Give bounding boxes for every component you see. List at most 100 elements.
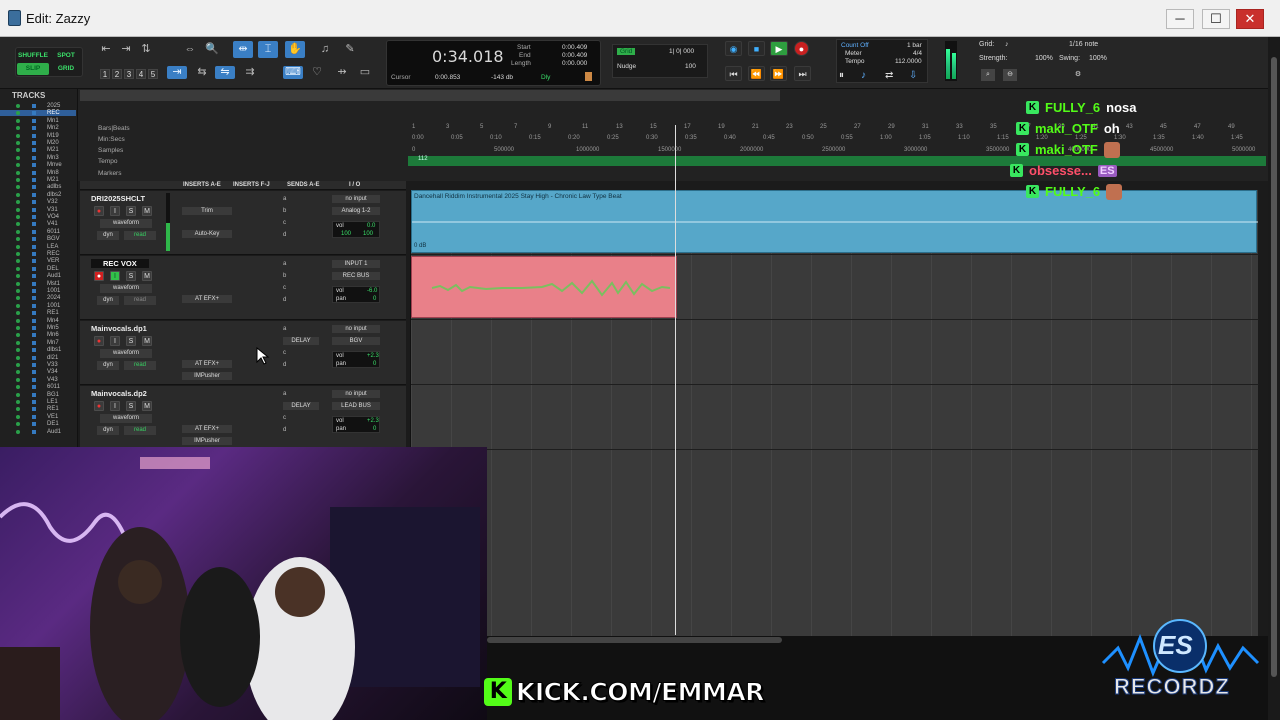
track-list-item[interactable]: REC xyxy=(0,110,76,117)
track-visible-icon[interactable] xyxy=(16,222,20,227)
track-visible-icon[interactable] xyxy=(16,133,20,138)
output-selector[interactable]: Analog 1-2 xyxy=(332,207,380,215)
snap-icon[interactable]: ▭ xyxy=(355,66,375,79)
track-list-item[interactable]: 6011 xyxy=(0,229,76,235)
track-visible-icon[interactable] xyxy=(16,355,20,360)
track-visible-icon[interactable] xyxy=(16,118,20,123)
record-enable-button[interactable]: ● xyxy=(94,336,104,346)
send-delay[interactable]: DELAY xyxy=(283,337,319,345)
nudge-value[interactable]: 100 xyxy=(685,63,696,70)
track-visible-icon[interactable] xyxy=(16,252,20,256)
rewind-button[interactable]: ⏪ xyxy=(748,66,765,81)
output-selector[interactable]: LEAD BUS xyxy=(332,402,380,410)
track-visible-icon[interactable] xyxy=(16,348,20,353)
midi-merge-icon[interactable]: ♪ xyxy=(861,70,866,81)
track-list-item[interactable]: V34 xyxy=(0,369,76,375)
beat-clip-gain[interactable]: 0 dB xyxy=(414,243,426,249)
track-list-item[interactable]: V41 xyxy=(0,221,76,227)
track-visible-icon[interactable] xyxy=(16,148,20,153)
track-list-item[interactable]: M21 xyxy=(0,177,76,183)
vol-value[interactable]: +2.3 xyxy=(367,353,379,359)
zoom-preset-2[interactable]: 2 xyxy=(112,69,122,79)
track-visible-icon[interactable] xyxy=(16,207,20,212)
track-visible-icon[interactable] xyxy=(16,429,20,434)
vol-value[interactable]: +2.3 xyxy=(367,418,379,424)
main-counter-value[interactable]: 0:34.018 xyxy=(432,47,504,66)
track-list-item[interactable]: M19 xyxy=(0,133,76,139)
track-visible-icon[interactable] xyxy=(16,155,20,160)
track-header-mainvocals-dp2[interactable]: Mainvocals.dp2 ● I S M waveform dyn read… xyxy=(80,386,406,450)
track-visible-icon[interactable] xyxy=(16,111,20,116)
track-list-item[interactable]: Mn6 xyxy=(0,332,76,338)
track-view-selector[interactable]: waveform xyxy=(100,414,152,423)
record-enable-button[interactable]: ● xyxy=(94,206,104,216)
end-value[interactable]: 0:00.409 xyxy=(562,52,587,59)
track-name[interactable]: REC VOX xyxy=(91,259,149,268)
send-slot-d[interactable]: d xyxy=(283,427,286,433)
dyn-button[interactable]: dyn xyxy=(97,296,119,305)
vertical-scrollbar[interactable] xyxy=(1268,37,1280,720)
track-list-item[interactable]: Mn1 xyxy=(0,118,76,124)
mirror-midi-icon[interactable]: ♡ xyxy=(307,66,327,79)
track-list-item[interactable]: Mn2 xyxy=(0,125,76,131)
track-view-selector[interactable]: waveform xyxy=(100,219,152,228)
count-off-label[interactable]: Count Off xyxy=(841,42,869,49)
pan-left-value[interactable]: 100 xyxy=(341,231,351,237)
strength-value[interactable]: 100% xyxy=(1035,55,1053,62)
horizontal-scrollbar[interactable] xyxy=(487,637,782,643)
tempo-value[interactable]: 112.0000 xyxy=(895,58,922,65)
spot-mode-button[interactable]: SPOT xyxy=(50,50,82,62)
track-list-item[interactable]: V32 xyxy=(0,199,76,205)
track-visible-icon[interactable] xyxy=(16,104,20,108)
track-visible-icon[interactable] xyxy=(16,333,20,338)
send-slot-d[interactable]: d xyxy=(283,297,286,303)
rec-vox-audio-clip[interactable] xyxy=(411,256,677,318)
insert-impusher[interactable]: IMPusher xyxy=(182,372,232,380)
mute-button[interactable]: M xyxy=(142,401,152,411)
zoom-preset-5[interactable]: 5 xyxy=(148,69,158,79)
track-visible-icon[interactable] xyxy=(16,200,20,205)
record-button[interactable]: ● xyxy=(794,41,809,56)
link-track-edit-icon[interactable]: ⇋ xyxy=(215,66,235,79)
track-list-item[interactable]: Mn3 xyxy=(0,155,76,161)
grid-setting-value[interactable]: 1/16 note xyxy=(1069,41,1098,48)
track-visible-icon[interactable] xyxy=(16,370,20,375)
track-list-item[interactable]: 2025 xyxy=(0,103,76,109)
send-slot-a[interactable]: a xyxy=(283,261,286,267)
pan-value[interactable]: 0 xyxy=(373,426,376,432)
send-slot-d[interactable]: d xyxy=(283,232,286,238)
input-monitor-button[interactable]: I xyxy=(110,401,120,411)
dyn-button[interactable]: dyn xyxy=(97,231,119,240)
track-visible-icon[interactable] xyxy=(16,289,20,293)
track-visible-icon[interactable] xyxy=(16,192,20,197)
track-list-item[interactable]: dlbs2 xyxy=(0,192,76,198)
input-selector[interactable]: no input xyxy=(332,195,380,203)
maximize-button[interactable]: ☐ xyxy=(1202,9,1230,29)
go-to-end-button[interactable]: ⏭ xyxy=(794,66,811,81)
solo-button[interactable]: S xyxy=(126,336,136,346)
pan-value[interactable]: 0 xyxy=(373,361,376,367)
track-list-item[interactable]: 6011 xyxy=(0,384,76,390)
track-visible-icon[interactable] xyxy=(16,392,20,397)
link-timeline-icon[interactable]: ⇆ xyxy=(192,66,212,79)
track-list-item[interactable]: Mn4 xyxy=(0,318,76,324)
input-monitor-button[interactable]: I xyxy=(110,271,120,281)
insert-impusher[interactable]: IMPusher xyxy=(182,437,232,445)
zoom-preset-1[interactable]: 1 xyxy=(100,69,110,79)
track-list-item[interactable]: V31 xyxy=(0,207,76,213)
minimize-button[interactable]: ─ xyxy=(1166,9,1194,29)
track-visible-icon[interactable] xyxy=(16,318,20,323)
track-visible-icon[interactable] xyxy=(16,281,20,286)
track-visible-icon[interactable] xyxy=(16,414,20,419)
insert-at-efx[interactable]: AT EFX+ xyxy=(182,425,232,433)
track-list-item[interactable]: V43 xyxy=(0,377,76,383)
send-slot-c[interactable]: c xyxy=(283,415,286,421)
close-button[interactable]: ✕ xyxy=(1236,9,1264,29)
vertical-scroll-thumb[interactable] xyxy=(1271,57,1277,677)
track-list-item[interactable]: V33 xyxy=(0,362,76,368)
inserts-fj-header[interactable]: INSERTS F-J xyxy=(233,182,270,188)
track-name[interactable]: Mainvocals.dp2 xyxy=(91,389,147,398)
zoom-vertical-icon[interactable]: ⇅ xyxy=(136,41,156,58)
input-selector[interactable]: no input xyxy=(332,325,380,333)
track-visible-icon[interactable] xyxy=(16,178,20,182)
